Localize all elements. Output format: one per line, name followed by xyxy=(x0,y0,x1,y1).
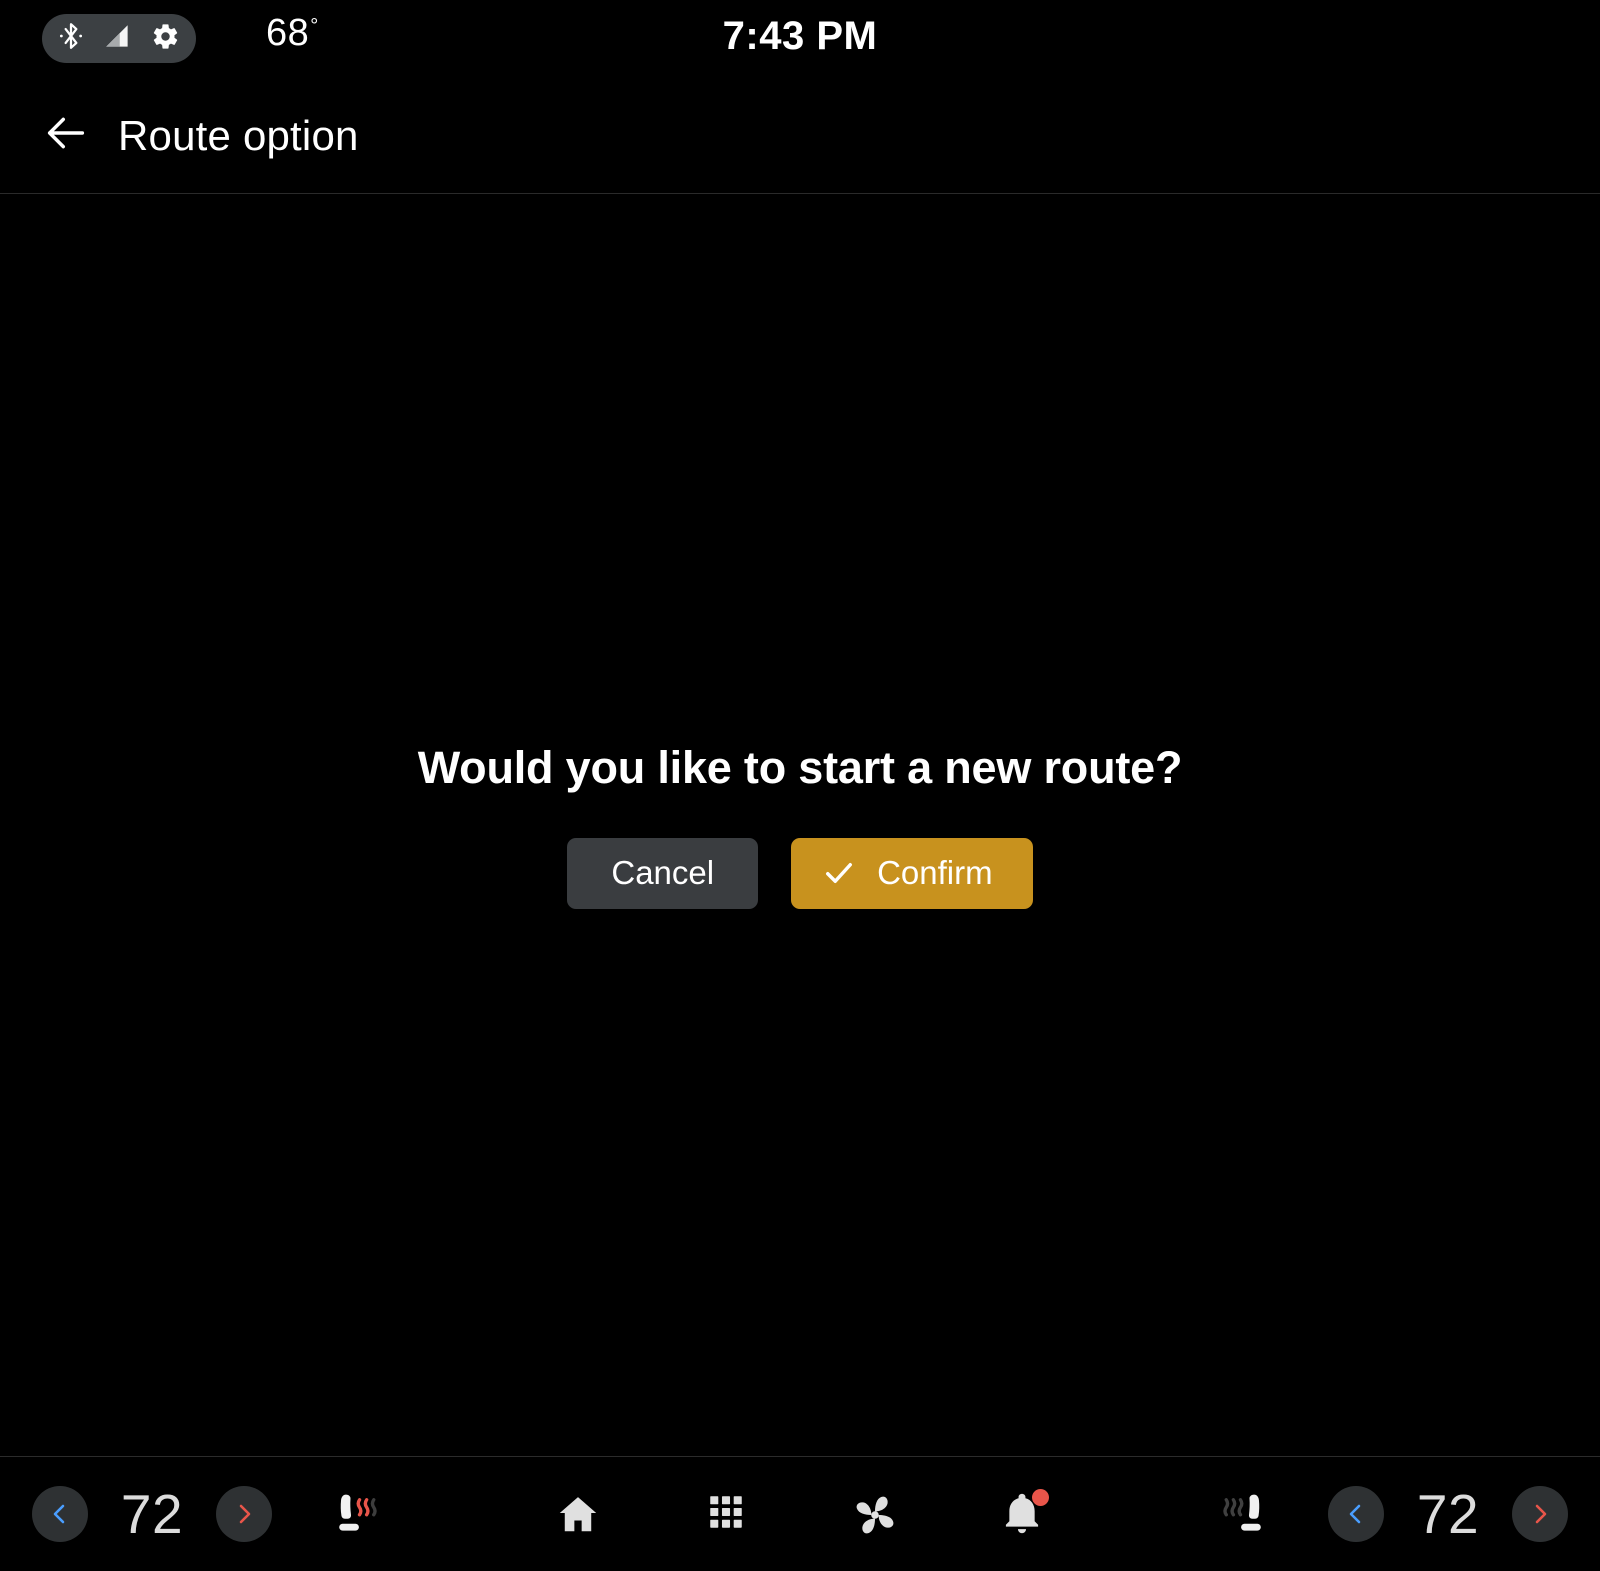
driver-temp-decrease-button[interactable] xyxy=(32,1486,88,1542)
status-bar: 68 ° 7:43 PM xyxy=(0,0,1600,78)
chevron-right-icon xyxy=(232,1502,256,1526)
apps-grid-icon xyxy=(703,1491,749,1537)
notifications-bell-icon xyxy=(999,1489,1049,1537)
chevron-right-icon xyxy=(1528,1502,1552,1526)
new-route-dialog: Would you like to start a new route? Can… xyxy=(417,741,1183,909)
main-content: Would you like to start a new route? Can… xyxy=(0,194,1600,1456)
car-infotainment-screen: 68 ° 7:43 PM Route option Would you like… xyxy=(0,0,1600,1571)
chevron-left-icon xyxy=(48,1502,72,1526)
driver-seat-heater-button[interactable] xyxy=(310,1457,400,1571)
climate-fan-icon xyxy=(851,1491,897,1537)
notification-badge xyxy=(1032,1489,1049,1506)
back-arrow-icon[interactable] xyxy=(44,113,88,158)
driver-temp-increase-button[interactable] xyxy=(216,1486,272,1542)
home-icon xyxy=(555,1491,601,1537)
climate-button[interactable] xyxy=(837,1477,911,1551)
passenger-temp-value: 72 xyxy=(1416,1483,1480,1545)
cancel-button[interactable]: Cancel xyxy=(567,837,759,909)
clock: 7:43 PM xyxy=(722,14,878,58)
driver-climate-control: 72 xyxy=(32,1457,272,1571)
notifications-button[interactable] xyxy=(985,1477,1059,1551)
passenger-temp-increase-button[interactable] xyxy=(1512,1486,1568,1542)
driver-temp-value: 72 xyxy=(120,1483,184,1545)
page-title: Route option xyxy=(118,111,359,159)
confirm-button[interactable]: Confirm xyxy=(791,837,1033,909)
dialog-message: Would you like to start a new route? xyxy=(417,741,1183,793)
dialog-actions: Cancel Confirm xyxy=(567,837,1033,909)
bottom-bar: 72 72 xyxy=(0,1457,1600,1571)
passenger-climate-control: 72 xyxy=(1328,1457,1568,1571)
passenger-temp-decrease-button[interactable] xyxy=(1328,1486,1384,1542)
seat-heater-icon xyxy=(324,1483,386,1545)
home-button[interactable] xyxy=(541,1477,615,1551)
confirm-button-label: Confirm xyxy=(877,854,993,891)
app-header: Route option xyxy=(0,78,1600,193)
apps-button[interactable] xyxy=(689,1477,763,1551)
chevron-left-icon xyxy=(1344,1502,1368,1526)
seat-heater-icon xyxy=(1214,1483,1276,1545)
passenger-seat-heater-button[interactable] xyxy=(1200,1457,1290,1571)
check-icon xyxy=(821,855,857,891)
